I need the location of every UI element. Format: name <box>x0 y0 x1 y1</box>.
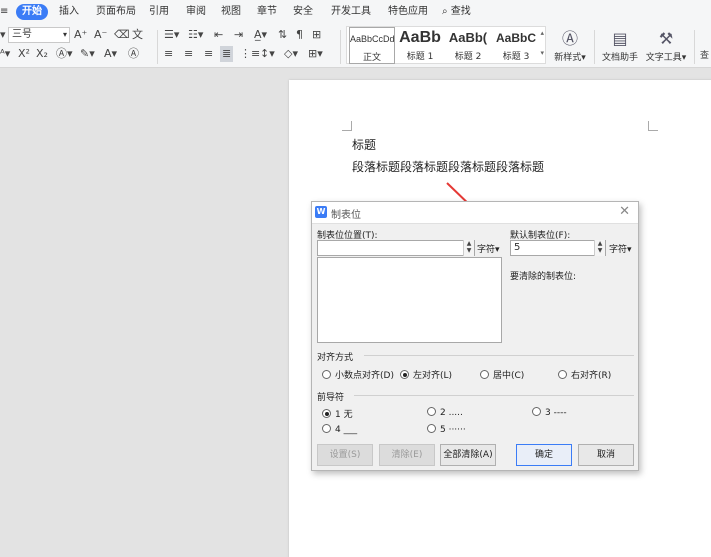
leader-none-radio[interactable]: 1 无 <box>322 407 353 420</box>
close-icon[interactable]: ✕ <box>619 204 630 219</box>
divider <box>364 355 634 356</box>
leader-dots-radio[interactable]: 2 ..... <box>427 407 463 418</box>
tab-position-unit-select[interactable]: 字符▾ <box>477 242 500 255</box>
leader-underline-radio[interactable]: 4 ___ <box>322 424 357 435</box>
leader-group-label: 前导符 <box>317 393 345 403</box>
tab-position-input[interactable] <box>317 240 475 256</box>
dialog-title: 制表位 <box>331 210 361 221</box>
tab-positions-list[interactable] <box>317 257 502 343</box>
chevron-down-icon: ▾ <box>627 245 632 255</box>
radio-circle-checked <box>400 370 409 379</box>
cancel-button[interactable]: 取消 <box>578 444 634 466</box>
alignment-group-label: 对齐方式 <box>317 353 354 363</box>
leader-dots-label: 2 ..... <box>440 408 463 418</box>
align-left-radio[interactable]: 左对齐(L) <box>400 368 452 381</box>
dialog-titlebar: W 制表位 ✕ <box>312 202 638 224</box>
leader-underline-label: 4 ___ <box>335 425 358 435</box>
tab-position-stepper[interactable]: ▲ ▼ <box>463 240 474 256</box>
clear-button[interactable]: 清除(E) <box>379 444 435 466</box>
align-decimal-radio[interactable]: 小数点对齐(D) <box>322 368 394 381</box>
set-button[interactable]: 设置(S) <box>317 444 373 466</box>
leader-none-label: 1 无 <box>335 410 353 420</box>
clear-all-button[interactable]: 全部清除(A) <box>440 444 496 466</box>
radio-circle-checked <box>322 409 331 418</box>
radio-circle <box>532 407 541 416</box>
radio-circle <box>427 424 436 433</box>
radio-circle <box>322 370 331 379</box>
tab-position-unit: 字符 <box>477 245 496 255</box>
align-decimal-label: 小数点对齐(D) <box>335 371 394 381</box>
tab-stops-dialog: W 制表位 ✕ 制表位位置(T): ▲ ▼ 字符▾ 默认制表位(F): 5 ▲ ▼ … <box>311 201 639 471</box>
radio-circle <box>480 370 489 379</box>
radio-circle <box>322 424 331 433</box>
default-tab-input[interactable]: 5 <box>510 240 606 256</box>
leader-middot-radio[interactable]: 5 ······ <box>427 424 466 435</box>
chevron-down-icon: ▾ <box>495 245 500 255</box>
default-tab-stepper[interactable]: ▲ ▼ <box>594 240 605 256</box>
default-tab-value: 5 <box>514 242 521 253</box>
divider <box>354 395 634 396</box>
align-right-radio[interactable]: 右对齐(R) <box>558 368 611 381</box>
align-center-radio[interactable]: 居中(C) <box>480 368 524 381</box>
align-center-label: 居中(C) <box>493 371 525 381</box>
default-tab-unit: 字符 <box>609 245 628 255</box>
leader-middot-label: 5 ······ <box>440 425 466 435</box>
align-right-label: 右对齐(R) <box>571 371 612 381</box>
default-tab-unit-select[interactable]: 字符▾ <box>609 242 632 255</box>
leader-dashes-label: 3 ---- <box>545 408 567 418</box>
app-logo-icon: W <box>315 206 327 218</box>
radio-circle <box>427 407 436 416</box>
clear-tabs-label: 要清除的制表位: <box>510 272 577 282</box>
leader-dashes-radio[interactable]: 3 ---- <box>532 407 567 418</box>
align-left-label: 左对齐(L) <box>413 371 453 381</box>
radio-circle <box>558 370 567 379</box>
ok-button[interactable]: 确定 <box>516 444 572 466</box>
